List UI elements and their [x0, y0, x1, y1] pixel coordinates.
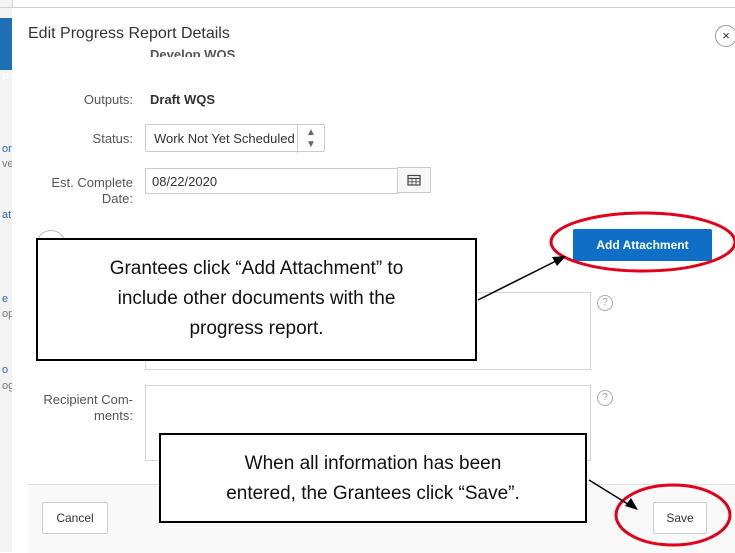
save-highlight: [614, 483, 732, 547]
attachment-arrow-head: [552, 256, 566, 266]
save-arrow-line: [588, 479, 632, 507]
annotation-overlay: [477, 211, 735, 547]
add-attachment-highlight: [549, 211, 735, 273]
save-arrow-head: [625, 498, 638, 510]
attachment-arrow-line: [477, 259, 559, 301]
